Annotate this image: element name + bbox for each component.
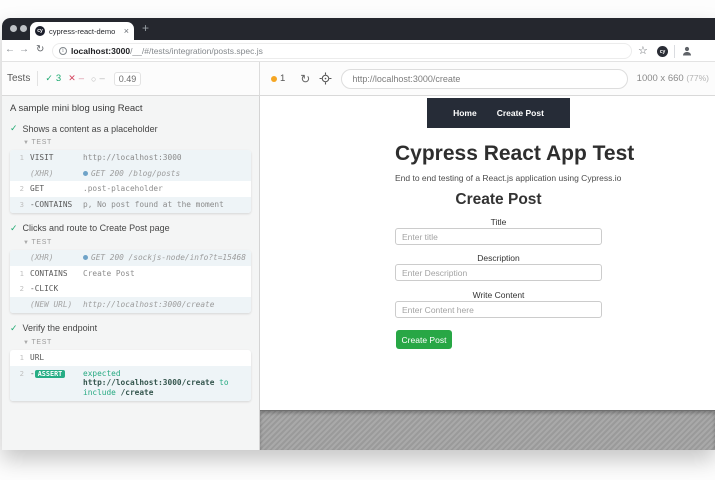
test-section-toggle[interactable]: ▼TEST xyxy=(23,339,251,346)
tab-bar: cy cypress-react-demo × + xyxy=(2,18,715,40)
run-duration: 0.49 xyxy=(114,72,142,86)
xhr-dot-icon xyxy=(83,171,88,176)
nav-link-create-post[interactable]: Create Post xyxy=(497,108,544,118)
divider xyxy=(37,71,38,86)
test-section-toggle[interactable]: ▼TEST xyxy=(23,139,251,146)
title-label: Title xyxy=(395,217,602,227)
pass-check-icon: ✓ xyxy=(10,123,18,134)
rerun-tests-icon[interactable]: ↻ xyxy=(300,72,310,86)
profile-icon[interactable] xyxy=(681,45,693,60)
passed-count: ✓3 xyxy=(45,73,61,84)
app-subheading: End to end testing of a React.js applica… xyxy=(395,173,602,183)
command-row-assert[interactable]: 2 -ASSERT expected http://localhost:3000… xyxy=(10,366,251,401)
command-row[interactable]: 3 -CONTAINS p, No post found at the mome… xyxy=(10,197,251,213)
close-window-icon[interactable] xyxy=(10,25,17,32)
description-label: Description xyxy=(395,253,602,263)
test-title[interactable]: ✓ Verify the endpoint xyxy=(10,323,251,334)
command-row[interactable]: 1 VISIT http://localhost:3000 xyxy=(10,150,251,166)
cypress-favicon-icon: cy xyxy=(35,26,45,36)
app-under-test: Home Create Post Cypress React App Test … xyxy=(260,96,715,411)
viewport-size: 1000 x 660 (77%) xyxy=(637,73,709,84)
minimize-window-icon[interactable] xyxy=(20,25,27,32)
page-url: localhost:3000/__/#/tests/integration/po… xyxy=(71,46,263,56)
test-block: ✓ Verify the endpoint ▼TEST 1 URL 2 -ASS… xyxy=(10,323,251,401)
tab-title: cypress-react-demo xyxy=(49,27,120,36)
forward-icon[interactable]: → xyxy=(19,44,29,55)
command-row[interactable]: 2 -CLICK xyxy=(10,281,251,297)
failed-count: ✕– xyxy=(68,73,84,84)
xhr-dot-icon xyxy=(83,255,88,260)
caret-down-icon: ▼ xyxy=(23,240,30,246)
browser-tab[interactable]: cy cypress-react-demo × xyxy=(30,22,134,40)
bookmark-star-icon[interactable]: ☆ xyxy=(638,44,648,57)
command-row[interactable]: (NEW URL) http://localhost:3000/create xyxy=(10,297,251,313)
test-title[interactable]: ✓ Clicks and route to Create Post page xyxy=(10,223,251,234)
command-row-xhr[interactable]: (XHR) GET 200 /sockjs-node/info?t=154686… xyxy=(10,250,251,266)
address-bar[interactable]: i localhost:3000/__/#/tests/integration/… xyxy=(52,43,632,59)
runner-main: A sample mini blog using React ✓ Shows a… xyxy=(2,96,715,450)
viewport-overflow-texture xyxy=(260,410,715,450)
pending-circle-icon: ○ xyxy=(91,74,96,84)
tests-label[interactable]: Tests xyxy=(7,73,30,84)
new-tab-button[interactable]: + xyxy=(142,21,149,35)
command-row[interactable]: 2 GET .post-placeholder xyxy=(10,181,251,197)
title-input[interactable] xyxy=(395,228,602,245)
test-title[interactable]: ✓ Shows a content as a placeholder xyxy=(10,123,251,134)
suite-title[interactable]: A sample mini blog using React xyxy=(10,103,251,114)
page-info-icon[interactable]: i xyxy=(59,47,67,55)
fail-x-icon: ✕ xyxy=(68,73,76,84)
pass-check-icon: ✓ xyxy=(10,223,18,234)
tab-close-icon[interactable]: × xyxy=(124,27,129,36)
caret-down-icon: ▼ xyxy=(23,340,30,346)
command-log: A sample mini blog using React ✓ Shows a… xyxy=(2,96,260,450)
command-box: (XHR) GET 200 /sockjs-node/info?t=154686… xyxy=(10,250,251,313)
command-row[interactable]: 1 CONTAINS Create Post xyxy=(10,266,251,282)
command-box: 1 VISIT http://localhost:3000 (XHR) GET … xyxy=(10,150,251,213)
command-row-xhr[interactable]: (XHR) GET 200 /blog/posts xyxy=(10,166,251,182)
reload-icon[interactable]: ↻ xyxy=(36,44,44,55)
aut-url-field[interactable]: http://localhost:3000/create xyxy=(341,69,627,89)
runner-warning-indicator: 1 xyxy=(271,73,285,84)
runner-controls: 1 ↻ http://localhost:3000/create 1000 x … xyxy=(260,62,715,95)
form-title: Create Post xyxy=(395,191,602,209)
app-heading: Cypress React App Test xyxy=(395,142,602,166)
runner-stats: Tests ✓3 ✕– ○– 0.49 xyxy=(2,62,260,95)
content-label: Write Content xyxy=(395,290,602,300)
caret-down-icon: ▼ xyxy=(23,140,30,146)
test-section-toggle[interactable]: ▼TEST xyxy=(23,239,251,246)
browser-toolbar: ← → ↻ i localhost:3000/__/#/tests/integr… xyxy=(2,40,715,62)
orange-dot-icon xyxy=(271,76,277,82)
command-row[interactable]: 1 URL xyxy=(10,350,251,366)
test-block: ✓ Shows a content as a placeholder ▼TEST… xyxy=(10,123,251,213)
pass-check-icon: ✓ xyxy=(10,323,18,334)
command-box: 1 URL 2 -ASSERT expected http://localhos… xyxy=(10,350,251,401)
app-navbar: Home Create Post xyxy=(427,98,570,128)
test-block: ✓ Clicks and route to Create Post page ▼… xyxy=(10,223,251,313)
runner-header: Tests ✓3 ✕– ○– 0.49 1 ↻ http://localhost… xyxy=(2,62,715,96)
create-post-button[interactable]: Create Post xyxy=(396,330,452,349)
toolbar-divider xyxy=(674,45,675,58)
content-input[interactable] xyxy=(395,301,602,318)
pending-count: ○– xyxy=(91,73,105,84)
selector-playground-icon[interactable] xyxy=(319,72,332,85)
description-input[interactable] xyxy=(395,264,602,281)
back-icon[interactable]: ← xyxy=(5,44,15,55)
cypress-extension-icon[interactable]: cy xyxy=(657,46,668,57)
browser-window: cy cypress-react-demo × + ← → ↻ i localh… xyxy=(2,18,715,450)
pass-check-icon: ✓ xyxy=(45,73,53,84)
assert-badge: ASSERT xyxy=(35,370,66,378)
nav-link-home[interactable]: Home xyxy=(453,108,477,118)
